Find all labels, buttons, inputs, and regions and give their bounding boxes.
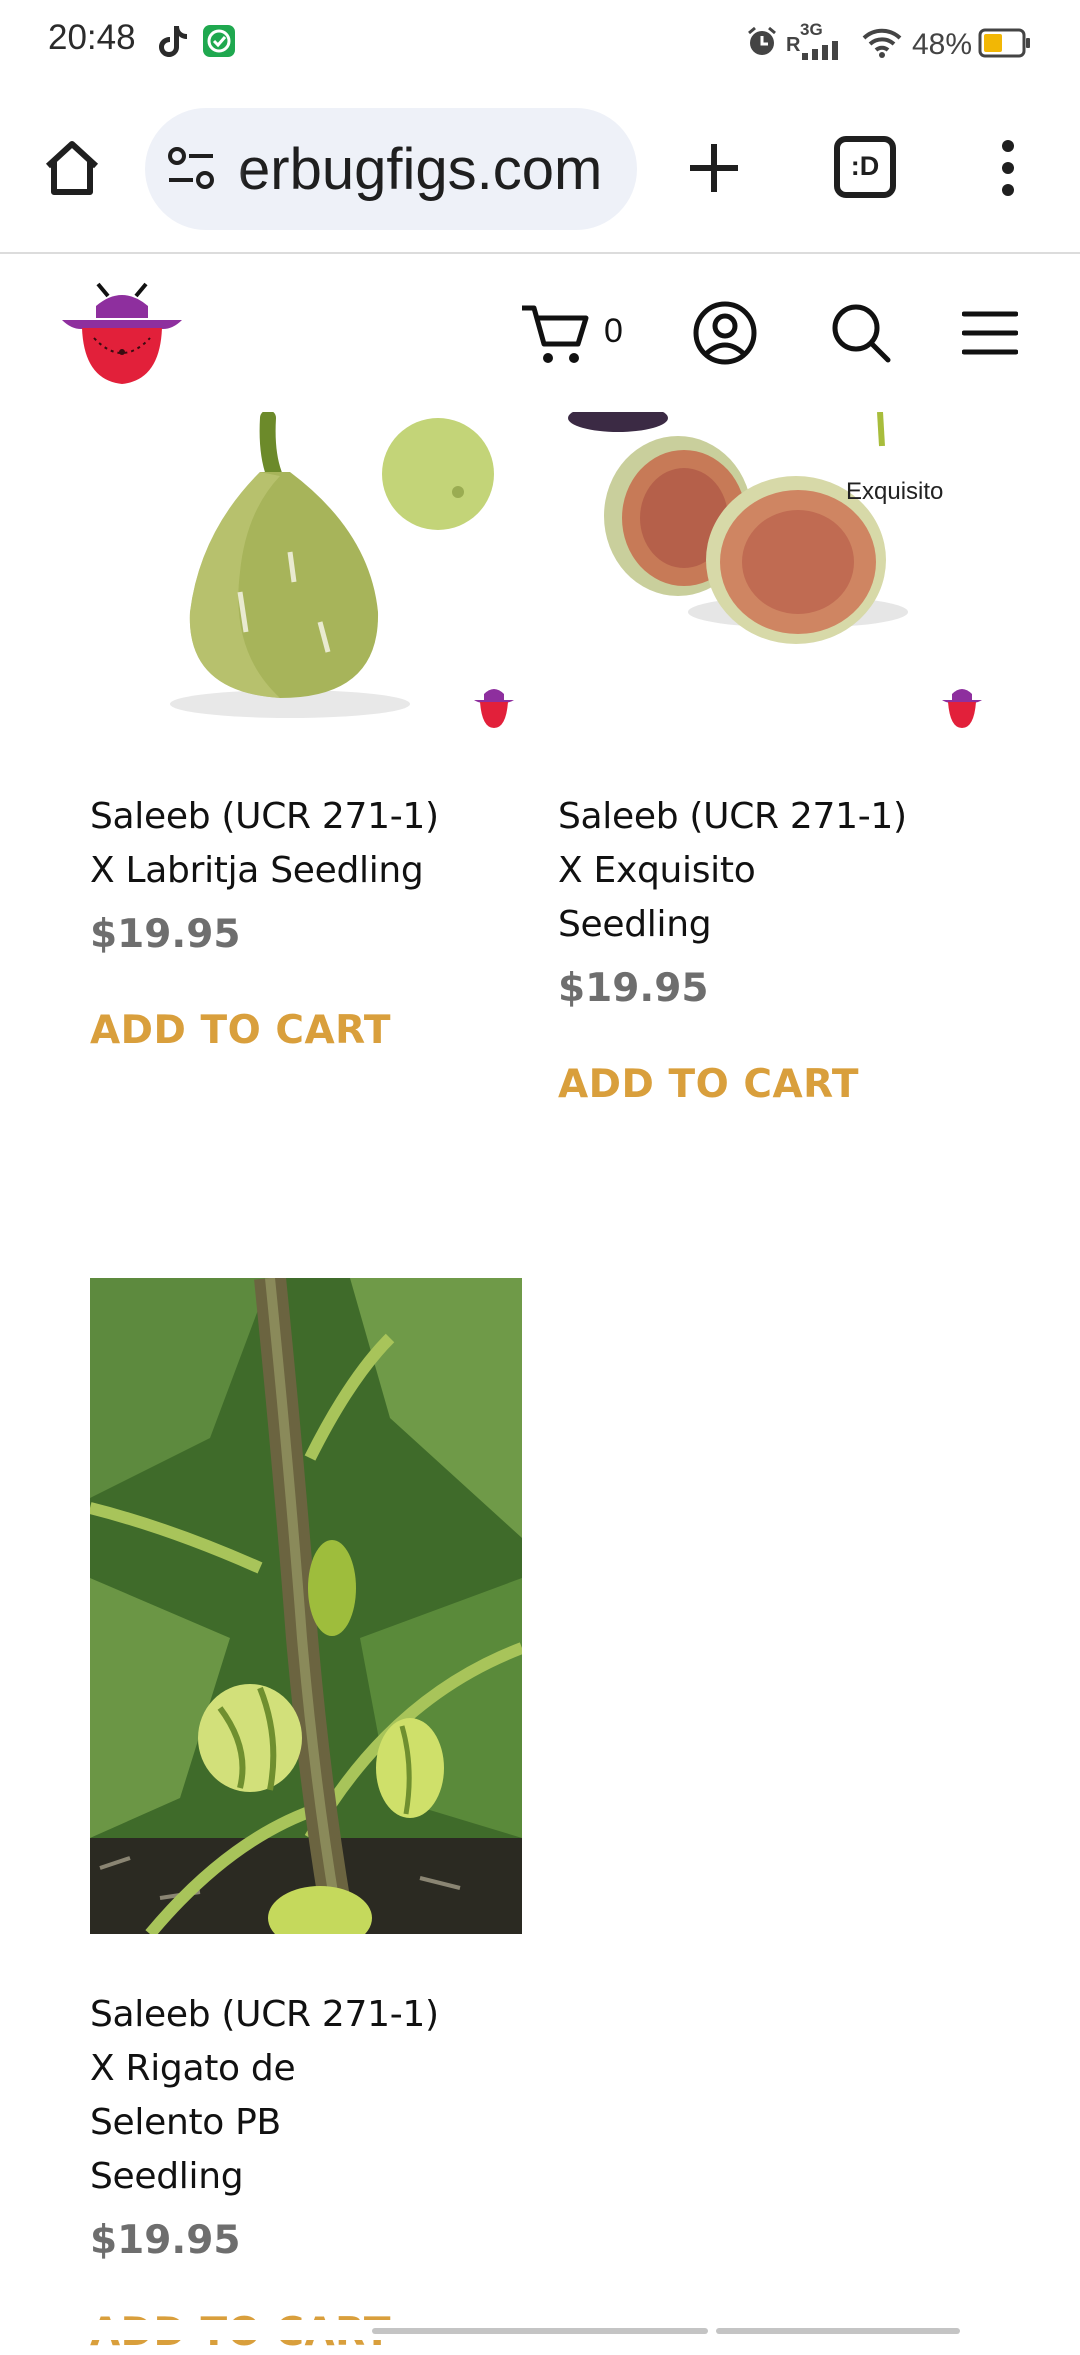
image-label: Exquisito [846,478,944,505]
product-title-line: Selento PB [90,2102,281,2143]
url-text[interactable]: erbugfigs.com [238,136,602,203]
product-image[interactable] [90,412,522,736]
product-title[interactable]: Saleeb (UCR 271-1) X Labritja Seedling [90,790,510,898]
scroll-indicator [716,2328,960,2334]
product-title-line: X Exquisito [558,850,756,891]
status-time: 20:48 [48,18,136,57]
product-title[interactable]: Saleeb (UCR 271-1) X Rigato de Selento P… [90,1988,510,2204]
product-price: $19.95 [90,2218,241,2263]
signal-icon [802,41,838,60]
wifi-icon [862,28,902,58]
product-price: $19.95 [558,966,709,1011]
product-title-line: Seedling [558,904,712,945]
product-image[interactable]: Exquisito [558,412,990,736]
home-icon[interactable] [40,136,104,200]
add-to-cart-button[interactable]: ADD TO CART [558,1062,859,1107]
product-title-line: Saleeb (UCR 271-1) [90,1994,439,2035]
scroll-indicator [372,2328,708,2334]
fig-tree-photo [90,1278,522,1934]
roaming-label: R [786,34,801,56]
product-price: $19.95 [90,912,241,957]
alarm-icon [748,26,776,55]
cart-count: 0 [604,312,623,350]
address-bar[interactable]: erbugfigs.com [145,108,637,230]
fig-photo [558,412,990,736]
watermark-logo [474,689,514,728]
product-title-line: Seedling [90,2156,244,2197]
network-label: 3G [800,20,823,39]
browser-toolbar: erbugfigs.com :D [0,86,1080,254]
product-title-line: Saleeb (UCR 271-1) [90,796,439,837]
product-title-line: X Labritja Seedling [90,850,424,891]
more-menu-icon[interactable] [994,140,1022,196]
new-tab-icon[interactable] [686,140,742,196]
product-title[interactable]: Saleeb (UCR 271-1) X Exquisito Seedling [558,790,978,952]
cart-icon[interactable] [520,302,590,366]
battery-icon [978,28,1030,58]
site-info-icon[interactable] [167,146,215,192]
add-to-cart-button[interactable]: ADD TO CART [90,1008,391,1053]
status-bar: 20:48 R 3G 48% [0,0,1080,86]
url-fade [215,108,245,230]
watermark-logo [942,689,982,728]
tabs-count: :D [850,151,880,181]
hamburger-menu-icon[interactable] [962,310,1018,356]
site-logo[interactable] [60,282,184,386]
product-title-line: X Rigato de [90,2048,296,2089]
app-notification-icon [203,25,235,57]
battery-percent: 48% [912,28,973,61]
search-icon[interactable] [830,302,892,364]
account-icon[interactable] [692,300,758,366]
tiktok-icon [159,26,187,57]
tabs-button[interactable]: :D [834,136,896,198]
product-image[interactable] [90,1278,522,1934]
fig-photo [90,412,522,736]
product-title-line: Saleeb (UCR 271-1) [558,796,907,837]
site-header: 0 [0,256,1080,412]
